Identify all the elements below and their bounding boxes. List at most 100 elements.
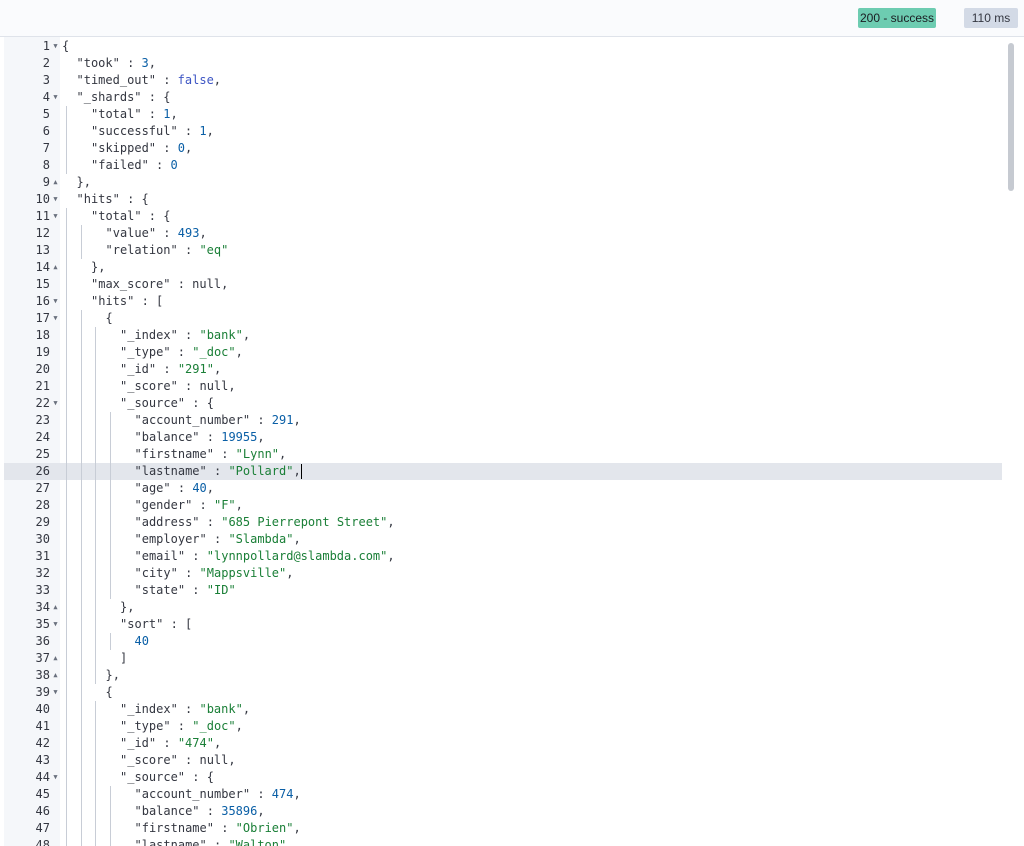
code-line[interactable]: 12 "value" : 493,	[4, 225, 1020, 242]
code-line[interactable]: 39 ▼ {	[4, 684, 1020, 701]
code-line[interactable]: 29 "address" : "685 Pierrepont Street",	[4, 514, 1020, 531]
code-line[interactable]: 22 ▼ "_source" : {	[4, 395, 1020, 412]
fold-open-icon[interactable]: ▼	[51, 769, 60, 786]
code-line[interactable]: 20 "_id" : "291",	[4, 361, 1020, 378]
code-line[interactable]: 10 ▼ "hits" : {	[4, 191, 1020, 208]
code-line[interactable]: 13 "relation" : "eq"	[4, 242, 1020, 259]
json-key: "_shards"	[76, 90, 142, 104]
code-line[interactable]: 38 ▲},	[4, 667, 1020, 684]
json-key: "max_score"	[91, 277, 171, 291]
response-editor[interactable]: 1 ▼{2 "took" : 3, 3 "timed_out" : false, 4 ▼ "_…	[4, 37, 1020, 846]
fold-close-icon[interactable]: ▲	[51, 599, 60, 616]
code-line[interactable]: 46 "balance" : 35896,	[4, 803, 1020, 820]
json-punctuation: ,	[286, 838, 294, 846]
line-number: 9	[42, 175, 50, 189]
code-line[interactable]: 37 ▲]	[4, 650, 1020, 667]
fold-close-icon[interactable]: ▲	[51, 174, 60, 191]
code-line[interactable]: 43 "_score" : null,	[4, 752, 1020, 769]
code-line[interactable]: 42 "_id" : "474",	[4, 735, 1020, 752]
json-punctuation: null	[199, 753, 229, 767]
fold-open-icon[interactable]: ▼	[51, 616, 60, 633]
code-text: {	[106, 310, 113, 327]
json-punctuation: :	[177, 379, 200, 393]
fold-close-icon[interactable]: ▲	[51, 667, 60, 684]
json-punctuation: :	[177, 566, 200, 580]
json-string: "474"	[177, 736, 214, 750]
code-line[interactable]: 11 ▼ "total" : {	[4, 208, 1020, 225]
code-line[interactable]: 19 "_type" : "_doc",	[4, 344, 1020, 361]
line-number: 45	[35, 787, 50, 801]
code-line[interactable]: 41 "_type" : "_doc",	[4, 718, 1020, 735]
fold-open-icon[interactable]: ▼	[51, 191, 60, 208]
json-string: "ID"	[206, 583, 236, 597]
line-number: 47	[35, 821, 50, 835]
code-line[interactable]: 24 "balance" : 19955,	[4, 429, 1020, 446]
json-punctuation: : {	[185, 770, 214, 784]
code-line[interactable]: 18 "_index" : "bank",	[4, 327, 1020, 344]
fold-open-icon[interactable]: ▼	[51, 38, 60, 55]
code-line[interactable]: 27 "age" : 40,	[4, 480, 1020, 497]
code-line[interactable]: 31 "email" : "lynnpollard@slambda.com",	[4, 548, 1020, 565]
code-line[interactable]: 4 ▼ "_shards" : {	[4, 89, 1020, 106]
code-line[interactable]: 3 "timed_out" : false,	[4, 72, 1020, 89]
json-punctuation: ,	[293, 413, 301, 427]
code-line[interactable]: 26 "lastname" : "Pollard",	[4, 463, 1002, 480]
json-punctuation: ,	[206, 481, 214, 495]
json-punctuation: :	[199, 430, 222, 444]
json-number: 40	[192, 481, 207, 495]
code-line[interactable]: 36 40	[4, 633, 1020, 650]
code-line[interactable]: 45 "account_number" : 474,	[4, 786, 1020, 803]
code-line[interactable]: 35 ▼ "sort" : [	[4, 616, 1020, 633]
fold-open-icon[interactable]: ▼	[51, 395, 60, 412]
json-punctuation: :	[199, 515, 222, 529]
code-line[interactable]: 33 "state" : "ID"	[4, 582, 1020, 599]
code-line[interactable]: 5 "total" : 1,	[4, 106, 1020, 123]
code-line[interactable]: 30 "employer" : "Slambda",	[4, 531, 1020, 548]
json-number: 0	[170, 158, 178, 172]
code-line[interactable]: 21 "_score" : null,	[4, 378, 1020, 395]
json-key: "address"	[134, 515, 200, 529]
indent-guide	[66, 276, 67, 846]
fold-open-icon[interactable]: ▼	[51, 684, 60, 701]
code-line[interactable]: 47 "firstname" : "Obrien",	[4, 820, 1020, 837]
code-text: "balance" : 35896,	[135, 803, 265, 820]
code-line[interactable]: 8 "failed" : 0	[4, 157, 1020, 174]
code-text: "_id" : "474",	[120, 735, 221, 752]
code-line[interactable]: 16 ▼ "hits" : [	[4, 293, 1020, 310]
json-punctuation: : {	[185, 396, 214, 410]
code-line[interactable]: 6 "successful" : 1,	[4, 123, 1020, 140]
line-number: 41	[35, 719, 50, 733]
code-line[interactable]: 23 "account_number" : 291,	[4, 412, 1020, 429]
fold-open-icon[interactable]: ▼	[51, 89, 60, 106]
code-line[interactable]: 34 ▲},	[4, 599, 1020, 616]
code-line[interactable]: 2 "took" : 3,	[4, 55, 1020, 72]
json-string: "Mappsville"	[199, 566, 287, 580]
code-line[interactable]: 25 "firstname" : "Lynn",	[4, 446, 1020, 463]
code-line[interactable]: 32 "city" : "Mappsville",	[4, 565, 1020, 582]
fold-close-icon[interactable]: ▲	[51, 650, 60, 667]
code-line[interactable]: 1 ▼{	[4, 38, 1020, 55]
code-line[interactable]: 15 "max_score" : null,	[4, 276, 1020, 293]
code-line[interactable]: 14 ▲},	[4, 259, 1020, 276]
vertical-scrollbar[interactable]	[1008, 43, 1014, 191]
json-key: "relation"	[105, 243, 178, 257]
code-text: "_shards" : {	[77, 89, 171, 106]
code-line[interactable]: 17 ▼ {	[4, 310, 1020, 327]
code-text: "sort" : [	[120, 616, 192, 633]
fold-open-icon[interactable]: ▼	[51, 310, 60, 327]
code-line[interactable]: 9 ▲},	[4, 174, 1020, 191]
code-line[interactable]: 28 "gender" : "F",	[4, 497, 1020, 514]
fold-open-icon[interactable]: ▼	[51, 208, 60, 225]
json-punctuation: :	[156, 736, 178, 750]
line-number: 35	[35, 617, 50, 631]
json-punctuation: ,	[228, 753, 236, 767]
json-punctuation: {	[105, 311, 113, 325]
code-line[interactable]: 48 "lastname" : "Walton",	[4, 837, 1020, 846]
code-line[interactable]: 44 ▼ "_source" : {	[4, 769, 1020, 786]
line-number: 19	[35, 345, 50, 359]
code-line[interactable]: 40 "_index" : "bank",	[4, 701, 1020, 718]
fold-close-icon[interactable]: ▲	[51, 259, 60, 276]
fold-open-icon[interactable]: ▼	[51, 293, 60, 310]
json-punctuation: ,	[286, 566, 294, 580]
code-line[interactable]: 7 "skipped" : 0,	[4, 140, 1020, 157]
